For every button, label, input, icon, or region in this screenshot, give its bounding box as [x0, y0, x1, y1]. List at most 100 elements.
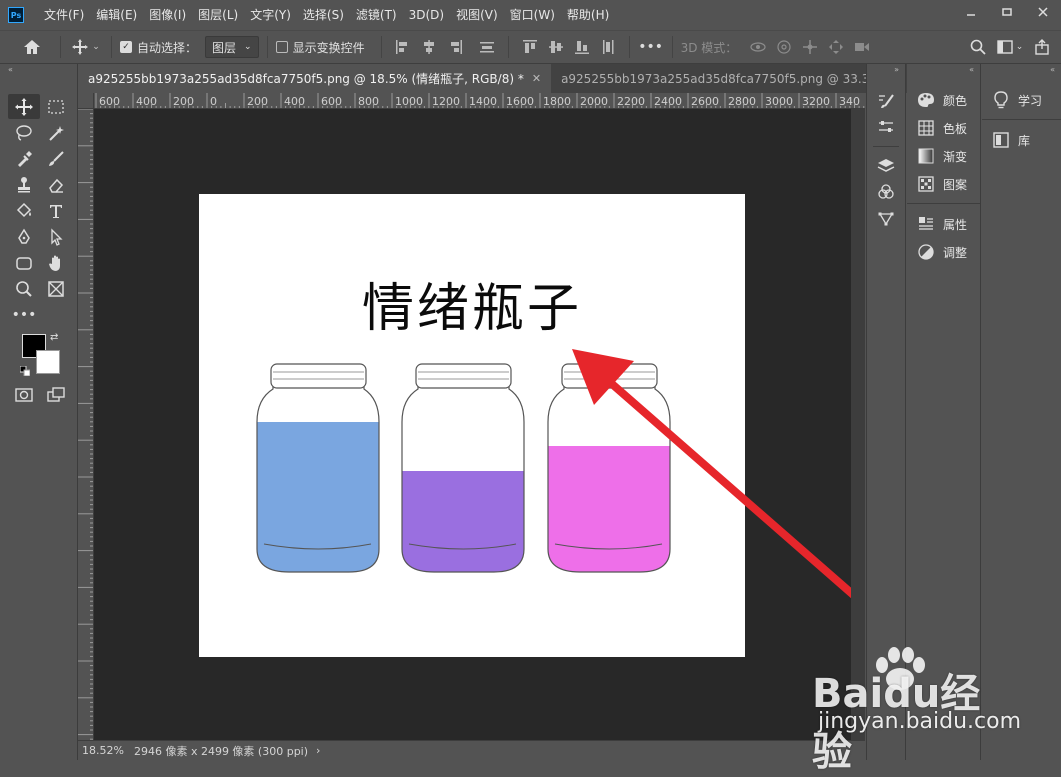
panel-properties[interactable]: 属性	[907, 210, 980, 238]
pen-icon	[18, 228, 30, 244]
share-button[interactable]	[1033, 38, 1051, 56]
menu-type[interactable]: 文字(Y)	[244, 0, 297, 30]
document-dimensions: 2946 像素 x 2499 像素 (300 ppi)	[133, 744, 309, 758]
align-right-icon	[450, 40, 462, 54]
collapse-icon[interactable]: «	[907, 64, 980, 76]
marquee-tool[interactable]	[40, 94, 72, 119]
horizontal-ruler[interactable]: 600 400 200 0 200 400 600 800 1000 1200 1400 1600 18…	[94, 93, 865, 109]
panel-icon-strip: »	[866, 64, 906, 760]
panel-label: 图案	[943, 177, 968, 192]
eyedropper-tool[interactable]	[8, 146, 40, 171]
type-tool[interactable]	[40, 198, 72, 223]
close-tab-icon[interactable]: ✕	[532, 72, 541, 85]
align-bottom-button[interactable]	[573, 38, 591, 56]
3d-roll-button[interactable]	[775, 38, 793, 56]
collapse-icon[interactable]: «	[982, 64, 1061, 76]
divider	[60, 36, 61, 58]
restore-icon	[1002, 8, 1012, 16]
menu-filter[interactable]: 滤镜(T)	[350, 0, 403, 30]
panel-gradient[interactable]: 渐变	[907, 142, 980, 170]
more-options-button[interactable]: •••	[638, 34, 664, 60]
panel-libraries[interactable]: 库	[982, 126, 1061, 154]
channels-button[interactable]	[867, 179, 905, 205]
menu-help[interactable]: 帮助(H)	[561, 0, 615, 30]
distribute-v-button[interactable]	[599, 38, 617, 56]
paths-button[interactable]	[867, 205, 905, 231]
panel-adjustments[interactable]: 调整	[907, 238, 980, 266]
collapse-icon[interactable]: »	[867, 64, 905, 76]
home-button[interactable]	[12, 34, 52, 60]
3d-pan-button[interactable]	[801, 38, 819, 56]
edit-toolbar-button[interactable]: •••	[8, 302, 40, 327]
move-tool-preset-button[interactable]: ⌄	[69, 34, 103, 60]
document-tab-active[interactable]: a925255bb1973a255ad35d8fca7750f5.png @ 1…	[78, 64, 552, 93]
search-button[interactable]	[969, 38, 987, 56]
panel-learn[interactable]: 学习	[982, 86, 1061, 114]
quick-mask-button[interactable]	[8, 382, 40, 407]
align-left-button[interactable]	[394, 38, 412, 56]
align-center-h-button[interactable]	[420, 38, 438, 56]
3d-orbit-button[interactable]	[749, 38, 767, 56]
move-tool[interactable]	[8, 94, 40, 119]
align-top-button[interactable]	[521, 38, 539, 56]
background-color[interactable]	[36, 350, 60, 374]
zoom-tool[interactable]	[8, 276, 40, 301]
screen-mode-button[interactable]	[40, 382, 72, 407]
minimize-button[interactable]	[953, 0, 989, 24]
swap-colors-icon[interactable]: ⇄	[50, 332, 58, 343]
rounded-rectangle-icon	[16, 256, 32, 270]
lasso-tool[interactable]	[8, 120, 40, 145]
menu-3d[interactable]: 3D(D)	[403, 0, 450, 30]
vertical-scrollbar[interactable]	[851, 109, 865, 740]
adjustment-sliders-button[interactable]	[867, 114, 905, 140]
frame-tool[interactable]	[40, 276, 72, 301]
3d-scale-button[interactable]	[853, 38, 871, 56]
paint-bucket-tool[interactable]	[8, 198, 40, 223]
menu-file[interactable]: 文件(F)	[38, 0, 90, 30]
distribute-button[interactable]	[478, 38, 496, 56]
layers-button[interactable]	[867, 153, 905, 179]
magic-wand-tool[interactable]	[40, 120, 72, 145]
vertical-ruler[interactable]	[78, 109, 94, 740]
shape-tool[interactable]	[8, 250, 40, 275]
workspace-button[interactable]: ⌄	[995, 38, 1025, 56]
status-bar: 18.52% 2946 像素 x 2499 像素 (300 ppi) ›	[78, 740, 865, 760]
default-colors-icon[interactable]	[19, 365, 31, 379]
document-canvas[interactable]: 情绪瓶子	[199, 194, 745, 657]
show-transform-label: 显示变换控件	[292, 40, 365, 55]
gradient-icon	[917, 147, 935, 165]
color-palette-icon	[917, 91, 935, 109]
panel-color[interactable]: 颜色	[907, 86, 980, 114]
brush-tool[interactable]	[40, 146, 72, 171]
menu-view[interactable]: 视图(V)	[450, 0, 504, 30]
collapse-icon[interactable]: «	[0, 64, 77, 76]
menu-bar: Ps 文件(F) 编辑(E) 图像(I) 图层(L) 文字(Y) 选择(S) 滤…	[0, 0, 1061, 30]
stamp-tool[interactable]	[8, 172, 40, 197]
menu-image[interactable]: 图像(I)	[143, 0, 192, 30]
auto-select-checkbox[interactable]: ✓	[120, 41, 132, 53]
align-right-button[interactable]	[446, 38, 464, 56]
chevron-right-icon[interactable]: ›	[316, 744, 320, 757]
eraser-tool[interactable]	[40, 172, 72, 197]
type-icon	[50, 204, 62, 218]
auto-select-dropdown[interactable]: 图层 ⌄	[205, 36, 259, 58]
menu-layer[interactable]: 图层(L)	[192, 0, 244, 30]
canvas-pasteboard[interactable]: 情绪瓶子	[94, 109, 865, 740]
ruler-origin[interactable]	[78, 93, 94, 109]
restore-button[interactable]	[989, 0, 1025, 24]
zoom-level[interactable]: 18.52%	[82, 744, 124, 757]
menu-select[interactable]: 选择(S)	[297, 0, 350, 30]
close-window-button[interactable]	[1025, 0, 1061, 24]
path-selection-tool[interactable]	[40, 224, 72, 249]
3d-slide-button[interactable]	[827, 38, 845, 56]
pen-tool[interactable]	[8, 224, 40, 249]
menu-edit[interactable]: 编辑(E)	[90, 0, 143, 30]
brush-settings-button[interactable]	[867, 88, 905, 114]
panel-swatches[interactable]: 色板	[907, 114, 980, 142]
hand-tool[interactable]	[40, 250, 72, 275]
show-transform-checkbox[interactable]	[275, 41, 288, 53]
menu-window[interactable]: 窗口(W)	[504, 0, 561, 30]
cursor-arrow-icon	[51, 227, 63, 246]
panel-pattern[interactable]: 图案	[907, 170, 980, 198]
align-middle-button[interactable]	[547, 38, 565, 56]
